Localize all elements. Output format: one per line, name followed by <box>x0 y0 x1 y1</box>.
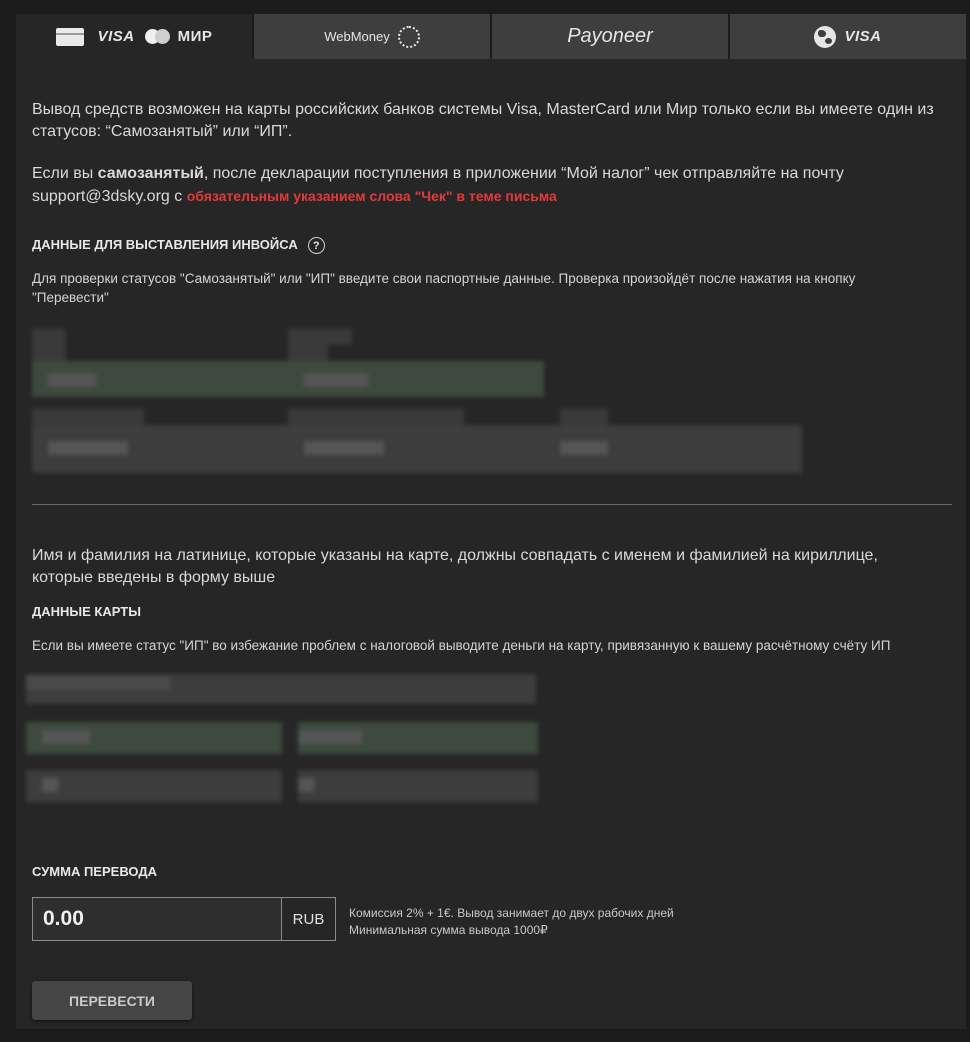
amount-input[interactable] <box>32 897 282 941</box>
card-name-note: Имя и фамилия на латинице, которые указа… <box>32 547 878 586</box>
invoice-heading: ДАННЫЕ ДЛЯ ВЫСТАВЛЕНИЯ ИНВОЙСА? <box>32 237 325 255</box>
globe-icon <box>814 25 837 48</box>
tab-visa-mastercard-mir[interactable]: VISA МИР <box>16 14 252 59</box>
visa-logo: VISA <box>844 28 882 45</box>
card-heading: ДАННЫЕ КАРТЫ <box>32 604 141 619</box>
passport-field[interactable] <box>32 425 802 473</box>
fee-info: Комиссия 2% + 1€. Вывод занимает до двух… <box>349 906 674 937</box>
payoneer-logo: Payoneer <box>567 25 653 47</box>
passport-fields-redacted <box>32 329 822 479</box>
amount-group: RUB <box>32 897 336 941</box>
self-employed-note: Если вы самозанятый, после декларации по… <box>32 165 844 205</box>
bank-card-icon <box>55 27 84 46</box>
passport-field[interactable] <box>32 361 544 397</box>
withdrawal-panel: Вывод средств возможен на карты российск… <box>16 59 966 1029</box>
section-divider <box>32 504 952 505</box>
card-field[interactable] <box>26 770 282 802</box>
mir-logo: МИР <box>177 28 213 45</box>
transfer-button[interactable]: ПЕРЕВЕСТИ <box>32 981 192 1020</box>
warning-text: обязательным указанием слова "Чек" в тем… <box>186 188 557 204</box>
visa-logo: VISA <box>97 28 135 45</box>
mastercard-icon <box>144 29 170 44</box>
ip-card-note: Если вы имеете статус "ИП" во избежание … <box>32 638 891 653</box>
webmoney-label: WebMoney <box>324 29 390 44</box>
currency-label: RUB <box>282 897 336 941</box>
transfer-amount-heading: СУММА ПЕРЕВОДА <box>32 864 157 879</box>
intro-text: Вывод средств возможен на карты российск… <box>32 101 934 140</box>
tab-webmoney[interactable]: WebMoney <box>254 14 490 59</box>
invoice-note: Для проверки статусов "Самозанятый" или … <box>32 271 856 305</box>
support-email: support@3dsky.org с <box>32 188 187 205</box>
payment-method-tabs: VISA МИР WebMoney Payoneer VISA <box>16 14 966 59</box>
help-icon[interactable]: ? <box>307 237 325 255</box>
webmoney-globe-icon <box>397 25 420 48</box>
card-fields-redacted <box>26 674 556 809</box>
tab-payoneer[interactable]: Payoneer <box>492 14 728 59</box>
tab-visa-international[interactable]: VISA <box>730 14 966 59</box>
card-field[interactable] <box>298 770 538 802</box>
